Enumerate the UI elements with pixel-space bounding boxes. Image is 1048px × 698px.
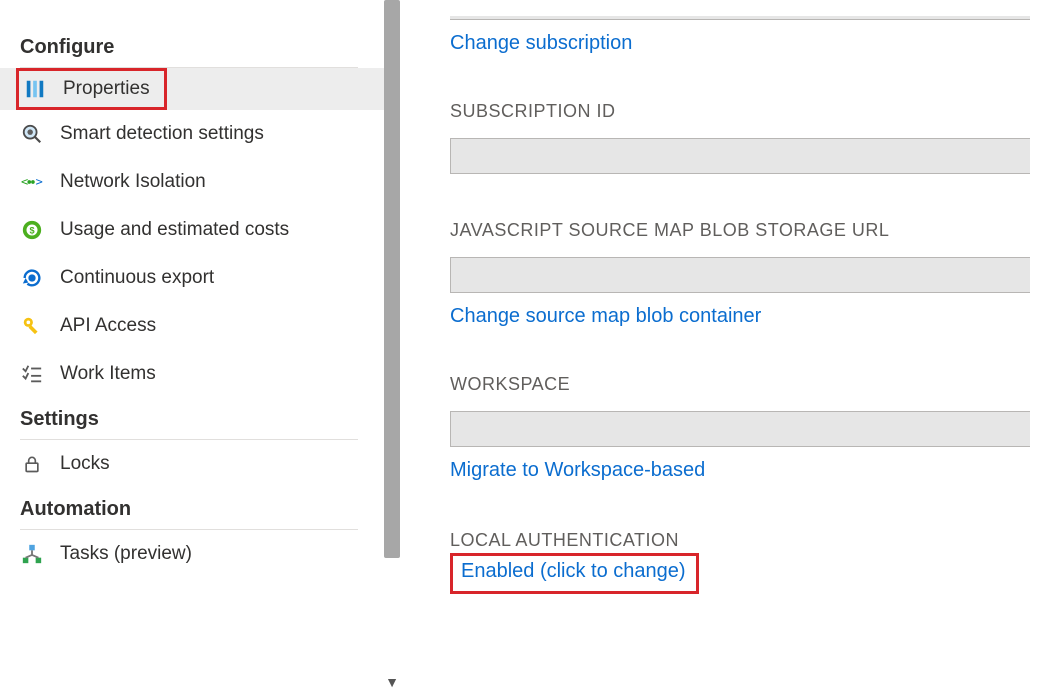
svg-text:<: < bbox=[21, 175, 28, 189]
local-auth-toggle-link[interactable]: Enabled (click to change) bbox=[461, 560, 686, 582]
sidebar-item-continuous-export[interactable]: Continuous export bbox=[0, 254, 400, 302]
subscription-field[interactable] bbox=[450, 16, 1030, 20]
scrollbar-thumb[interactable] bbox=[384, 0, 400, 558]
section-header-automation: Automation bbox=[0, 488, 400, 529]
tasks-icon bbox=[20, 542, 44, 566]
change-subscription-link[interactable]: Change subscription bbox=[450, 32, 632, 55]
highlight-box: Properties bbox=[16, 68, 167, 110]
js-source-map-label: JAVASCRIPT SOURCE MAP BLOB STORAGE URL bbox=[450, 220, 1048, 241]
sidebar-item-label: Network Isolation bbox=[60, 171, 206, 193]
sidebar-item-label: API Access bbox=[60, 315, 156, 337]
js-source-map-input[interactable] bbox=[450, 257, 1030, 293]
sidebar-item-smart-detection[interactable]: Smart detection settings bbox=[0, 110, 400, 158]
sidebar-item-api-access[interactable]: API Access bbox=[0, 302, 400, 350]
sidebar-item-tasks[interactable]: Tasks (preview) bbox=[0, 530, 400, 578]
magnifier-gear-icon bbox=[20, 122, 44, 146]
sidebar-item-label: Smart detection settings bbox=[60, 123, 264, 145]
sidebar-item-label: Usage and estimated costs bbox=[60, 219, 289, 241]
section-header-configure: Configure bbox=[0, 26, 400, 67]
sidebar-item-label: Continuous export bbox=[60, 267, 214, 289]
svg-text:>: > bbox=[36, 175, 43, 189]
usage-cost-icon: $ bbox=[20, 218, 44, 242]
sidebar: Configure Properties Smart detection set… bbox=[0, 0, 400, 698]
network-isolation-icon: <> bbox=[20, 170, 44, 194]
main-panel: Change subscription SUBSCRIPTION ID JAVA… bbox=[400, 0, 1048, 698]
lock-icon bbox=[20, 452, 44, 476]
migrate-workspace-link[interactable]: Migrate to Workspace-based bbox=[450, 459, 1048, 482]
chevron-down-icon[interactable]: ▼ bbox=[382, 674, 400, 694]
sidebar-item-usage-costs[interactable]: $ Usage and estimated costs bbox=[0, 206, 400, 254]
change-source-map-link[interactable]: Change source map blob container bbox=[450, 305, 1048, 328]
sidebar-item-locks[interactable]: Locks bbox=[0, 440, 400, 488]
sidebar-item-label: Properties bbox=[63, 78, 150, 100]
sidebar-item-label: Work Items bbox=[60, 363, 156, 385]
subscription-id-label: SUBSCRIPTION ID bbox=[450, 101, 1048, 122]
sidebar-item-work-items[interactable]: Work Items bbox=[0, 350, 400, 398]
properties-icon bbox=[23, 77, 47, 101]
sidebar-item-label: Tasks (preview) bbox=[60, 543, 192, 565]
local-auth-label: LOCAL AUTHENTICATION bbox=[450, 530, 1048, 551]
svg-text:$: $ bbox=[29, 226, 34, 236]
sidebar-item-properties[interactable]: Properties bbox=[0, 68, 400, 110]
scrollbar[interactable]: ▼ bbox=[384, 0, 400, 698]
sidebar-item-label: Locks bbox=[60, 453, 110, 475]
key-icon bbox=[20, 314, 44, 338]
highlight-box: Enabled (click to change) bbox=[450, 553, 699, 594]
subscription-id-input[interactable] bbox=[450, 138, 1030, 174]
workspace-label: WORKSPACE bbox=[450, 374, 1048, 395]
sidebar-item-network-isolation[interactable]: <> Network Isolation bbox=[0, 158, 400, 206]
checklist-icon bbox=[20, 362, 44, 386]
workspace-input[interactable] bbox=[450, 411, 1030, 447]
continuous-export-icon bbox=[20, 266, 44, 290]
section-header-settings: Settings bbox=[0, 398, 400, 439]
